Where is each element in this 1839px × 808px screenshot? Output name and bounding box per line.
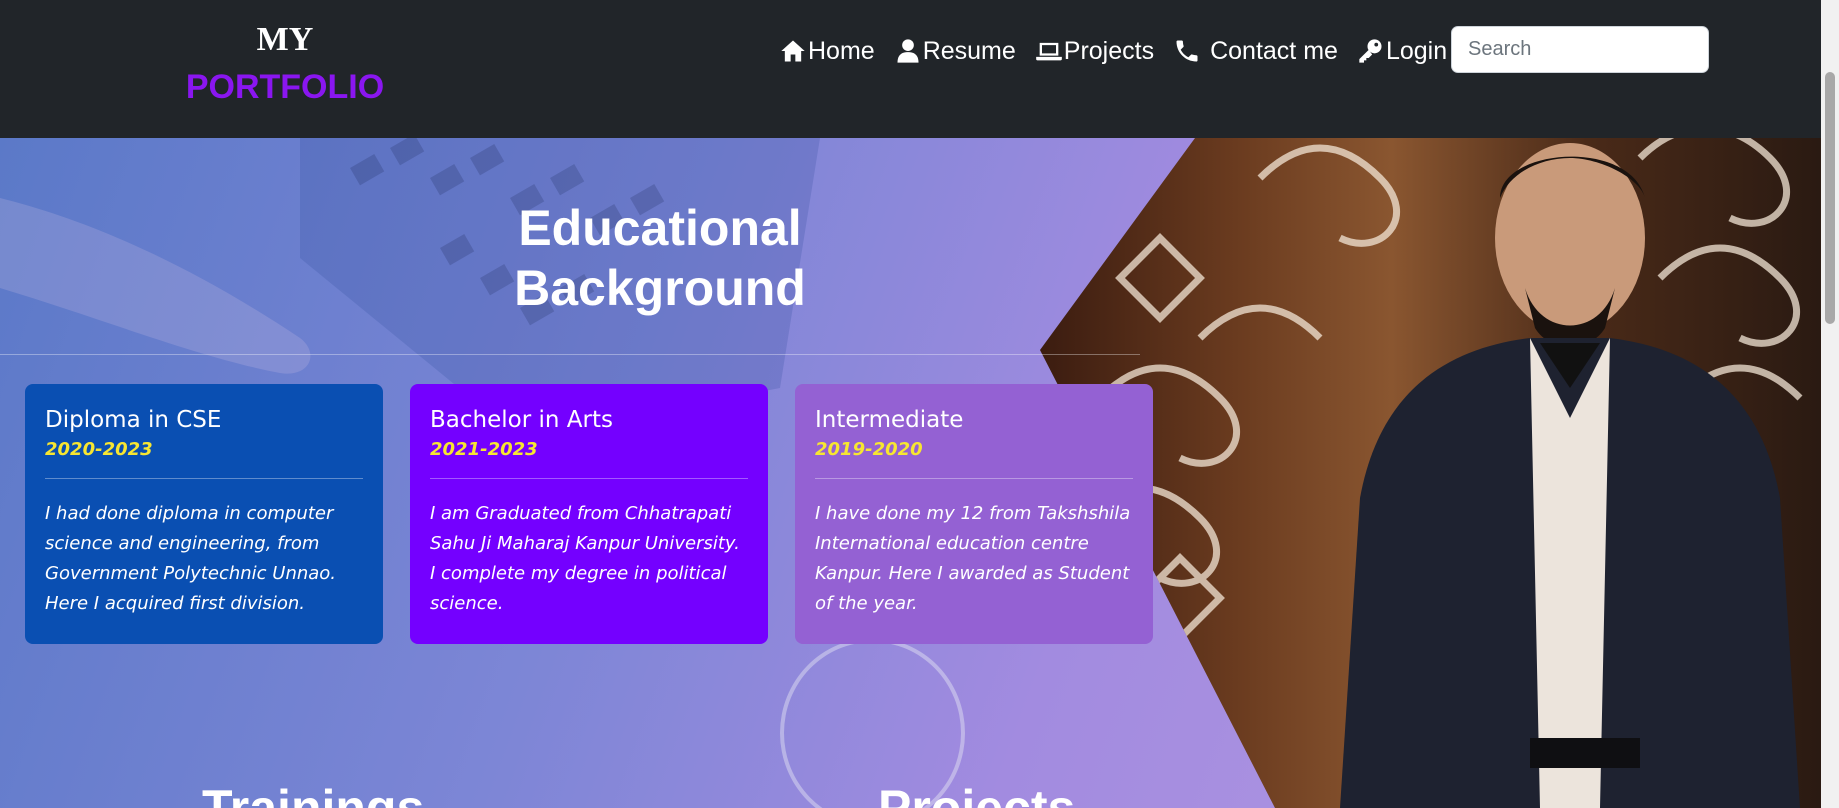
nav-label-home: Home [808,36,875,65]
person-image [1340,143,1800,808]
education-card-diploma: Diploma in CSE 2020-2023 I had done dipl… [25,384,383,644]
nav-label-login: Login [1385,36,1448,65]
page-scrollbar[interactable] [1821,0,1839,808]
profile-photo [1040,138,1821,808]
trainings-heading: Trainings [202,780,425,808]
projects-heading: Projects [878,780,1076,808]
card-divider [45,478,363,479]
phone-icon [1172,36,1202,66]
card-years: 2021-2023 [430,439,538,460]
education-card-intermediate: Intermediate 2019-2020 I have done my 12… [795,384,1153,644]
education-heading: Educational Background [514,200,806,316]
scrollbar-thumb[interactable] [1825,72,1835,324]
card-title: Diploma in CSE [45,407,222,433]
nav-links: Home Resume Projects Contact me Login [778,32,1465,70]
key-icon [1356,36,1386,66]
nav-link-contact[interactable]: Contact me [1172,36,1338,66]
card-description: I have done my 12 from Takshshila Intern… [815,503,1131,614]
navbar: MY PORTFOLIO Home Resume Projects Contac… [0,0,1821,138]
card-years: 2020-2023 [45,439,153,460]
brand-logo[interactable]: MY PORTFOLIO [160,18,410,112]
education-card-bachelor: Bachelor in Arts 2021-2023 I am Graduate… [410,384,768,644]
nav-label-resume: Resume [922,36,1016,65]
brand-line-portfolio: PORTFOLIO [185,68,385,106]
card-divider [430,478,748,479]
nav-link-login[interactable]: Login [1356,36,1447,66]
card-description: I had done diploma in computer science a… [45,503,337,614]
card-title: Intermediate [815,407,964,433]
laptop-icon [1034,36,1064,66]
card-title: Bachelor in Arts [430,407,613,433]
card-description: I am Graduated from Chhatrapati Sahu Ji … [430,503,740,614]
nav-label-contact: Contact me [1210,36,1338,65]
section-divider [0,354,1140,355]
nav-link-projects[interactable]: Projects [1034,36,1154,66]
brand-line-my: MY [256,21,314,58]
nav-link-home[interactable]: Home [778,36,875,66]
card-years: 2019-2020 [815,439,923,460]
card-divider [815,478,1133,479]
nav-link-resume[interactable]: Resume [893,36,1016,66]
home-icon [778,36,808,66]
user-icon [893,36,923,66]
nav-label-projects: Projects [1063,36,1155,65]
search-input[interactable] [1451,26,1709,73]
hero-section: Educational Background Diploma in CSE 20… [0,138,1821,808]
